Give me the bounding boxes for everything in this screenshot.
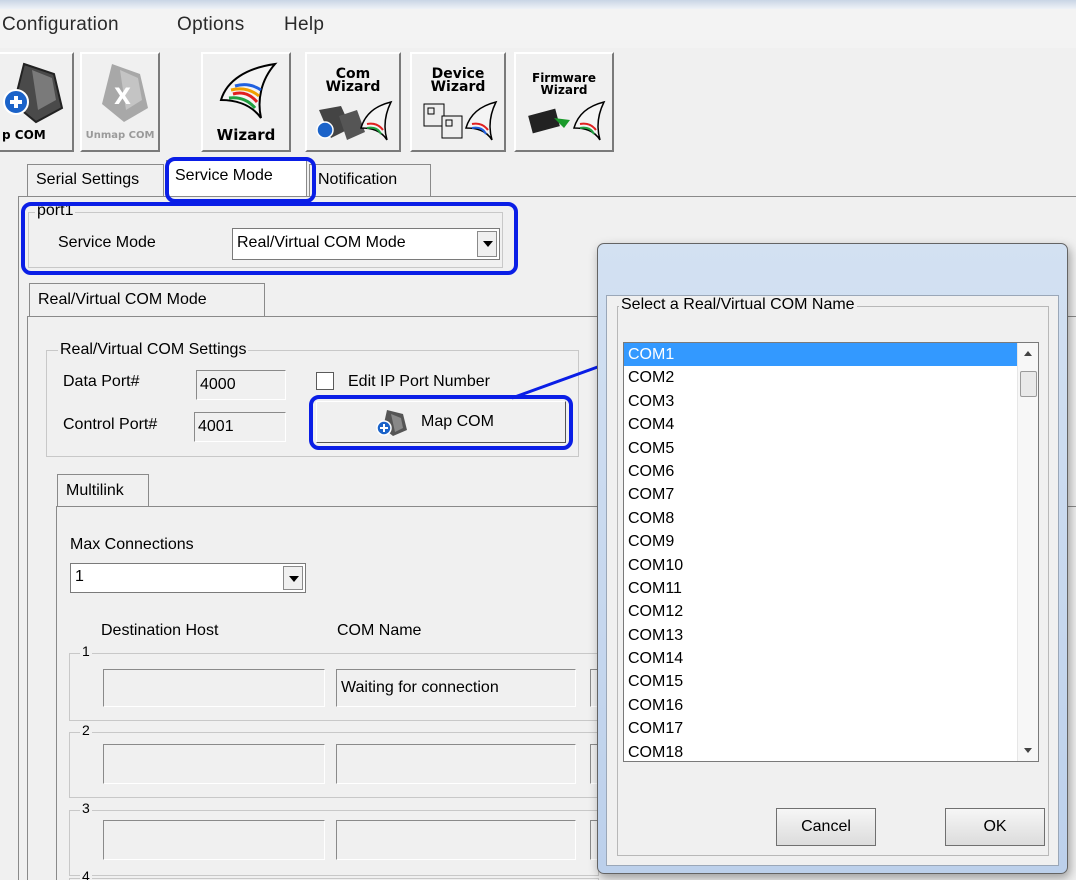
dialog-client-area: Select a Real/Virtual COM Name COM1 COM2 C… [606, 295, 1059, 866]
com-list-item[interactable]: COM15 [624, 670, 1038, 693]
scroll-down-icon[interactable] [1023, 746, 1033, 754]
com-list-item[interactable]: COM3 [624, 390, 1038, 413]
com-list-item[interactable]: COM4 [624, 413, 1038, 436]
com-list-item[interactable]: COM14 [624, 647, 1038, 670]
vertical-scrollbar[interactable] [1017, 343, 1038, 761]
cancel-button[interactable]: Cancel [776, 808, 876, 846]
com-list-item[interactable]: COM9 [624, 530, 1038, 553]
scroll-up-icon[interactable] [1023, 350, 1033, 358]
com-list-item[interactable]: COM16 [624, 694, 1038, 717]
com-list: COM1 COM2 COM3 COM4 COM5 COM6 COM7 COM8 COM9 COM1… [624, 343, 1038, 761]
com-name-dialog: Select a Real/Virtual COM Name COM1 COM2 C… [597, 243, 1068, 874]
com-list-item[interactable]: COM7 [624, 483, 1038, 506]
com-list-item[interactable]: COM6 [624, 460, 1038, 483]
com-list-item[interactable]: COM17 [624, 717, 1038, 740]
select-com-legend: Select a Real/Virtual COM Name [619, 296, 857, 314]
com-listbox[interactable]: COM1 COM2 COM3 COM4 COM5 COM6 COM7 COM8 COM9 COM1… [623, 342, 1039, 762]
ok-button[interactable]: OK [945, 808, 1045, 846]
com-list-item[interactable]: COM5 [624, 437, 1038, 460]
com-list-item[interactable]: COM2 [624, 366, 1038, 389]
com-list-item[interactable]: COM13 [624, 624, 1038, 647]
scroll-thumb[interactable] [1020, 371, 1037, 397]
com-list-item[interactable]: COM1 [624, 343, 1038, 367]
com-list-item[interactable]: COM11 [624, 577, 1038, 600]
com-list-item[interactable]: COM18 [624, 741, 1038, 761]
com-list-item[interactable]: COM12 [624, 600, 1038, 623]
com-list-item[interactable]: COM8 [624, 507, 1038, 530]
com-list-item[interactable]: COM10 [624, 554, 1038, 577]
